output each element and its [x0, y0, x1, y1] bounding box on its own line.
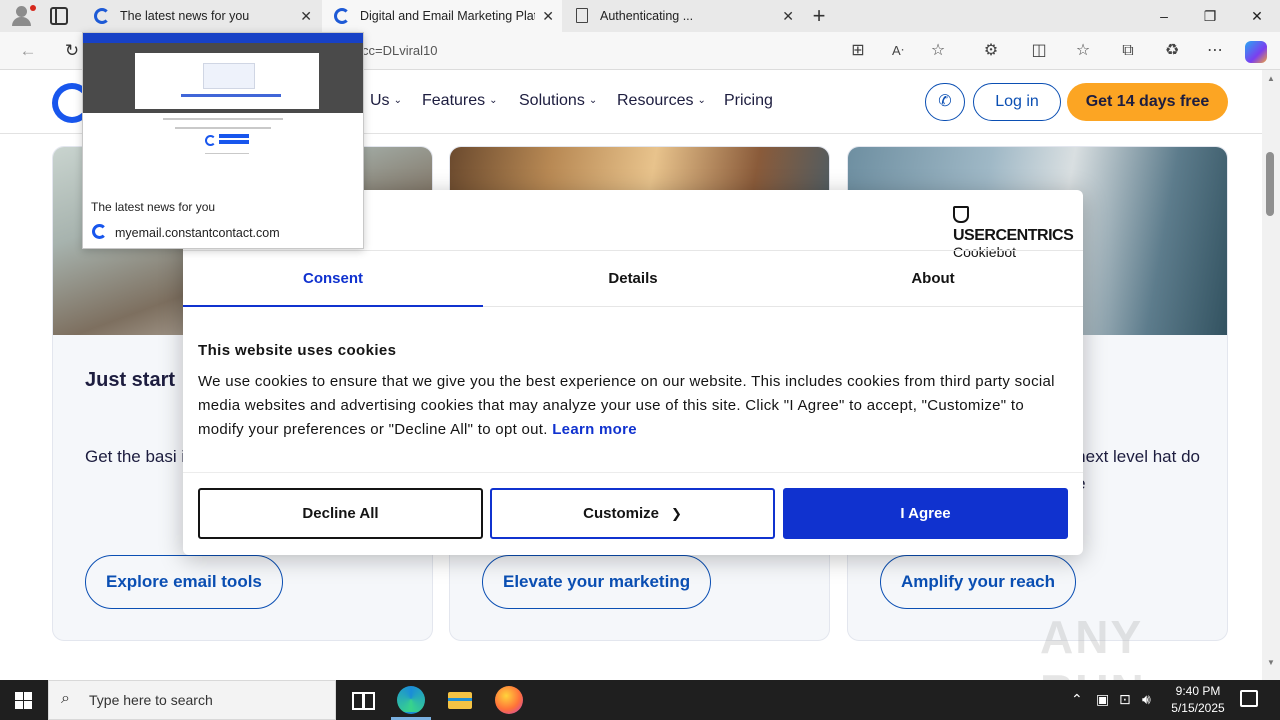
- extensions-icon[interactable]: ⚙: [981, 41, 1001, 61]
- cookie-heading: This website uses cookies: [198, 342, 397, 359]
- phone-icon: ✆: [938, 93, 952, 110]
- browser-tab-bar: The latest news for you ✕ Digital and Em…: [0, 0, 1280, 32]
- login-button[interactable]: Log in: [973, 83, 1061, 121]
- device-icon[interactable]: ▣: [1096, 691, 1109, 708]
- windows-start-icon[interactable]: [15, 692, 32, 709]
- search-placeholder: Type here to search: [89, 692, 213, 708]
- split-screen-icon[interactable]: ◫: [1029, 41, 1049, 61]
- free-trial-button[interactable]: Get 14 days free: [1067, 83, 1228, 121]
- cookiebot-brand-line1: USERCENTRICS: [953, 206, 1074, 245]
- tab-consent[interactable]: Consent: [183, 251, 483, 307]
- i-agree-button[interactable]: I Agree: [783, 488, 1068, 539]
- favorite-star-icon[interactable]: ☆: [928, 41, 948, 61]
- edge-browser-icon[interactable]: [397, 686, 425, 714]
- firefox-icon[interactable]: [495, 686, 523, 714]
- collections-icon[interactable]: ⧉: [1118, 41, 1138, 61]
- explore-email-tools-button[interactable]: Explore email tools: [85, 555, 283, 609]
- maximize-button[interactable]: ❐: [1187, 0, 1233, 32]
- constant-contact-favicon-icon: [334, 8, 350, 24]
- cookie-tabs: Consent Details About: [183, 250, 1083, 307]
- nav-solutions[interactable]: Solutions ⌄: [519, 92, 597, 110]
- nav-label: Features: [422, 92, 486, 109]
- show-hidden-icons-icon[interactable]: ⌃: [1071, 691, 1083, 708]
- tab-hover-preview: The latest news for you myemail.constant…: [82, 32, 364, 249]
- preview-domain: myemail.constantcontact.com: [115, 226, 280, 240]
- refresh-icon[interactable]: ↻: [62, 41, 82, 61]
- nav-resources[interactable]: Resources ⌄: [617, 92, 706, 110]
- back-arrow-icon[interactable]: ←: [18, 41, 38, 61]
- tab-title: Digital and Email Marketing Platf: [360, 9, 535, 23]
- new-tab-button[interactable]: +: [808, 2, 830, 30]
- close-tab-icon[interactable]: ✕: [300, 0, 312, 32]
- url-text[interactable]: cc=DLviral10: [362, 43, 438, 58]
- chevron-down-icon: ⌄: [393, 95, 402, 106]
- learn-more-link[interactable]: Learn more: [552, 421, 637, 438]
- taskbar-search-input[interactable]: ⌕ Type here to search: [48, 680, 336, 720]
- notification-icon[interactable]: [1240, 690, 1258, 707]
- tab-title: Authenticating ...: [600, 9, 694, 23]
- read-aloud-icon[interactable]: Aᐧ: [888, 41, 908, 61]
- phone-button[interactable]: ✆: [925, 83, 965, 121]
- page-scrollbar[interactable]: ▲ ▼: [1262, 70, 1280, 680]
- preview-title: The latest news for you: [91, 200, 216, 214]
- page-icon: [576, 8, 588, 23]
- nav-label: Pricing: [724, 92, 773, 109]
- volume-icon[interactable]: 🔊︎: [1142, 691, 1151, 708]
- card-body: e next level hat do the: [1062, 447, 1200, 493]
- nav-label: Us: [370, 92, 390, 109]
- tab-actions-icon[interactable]: [50, 7, 68, 25]
- chevron-down-icon: ⌄: [489, 95, 498, 106]
- nav-pricing[interactable]: Pricing: [724, 92, 773, 110]
- copilot-icon[interactable]: [1245, 41, 1267, 63]
- customize-label: Customize: [583, 505, 659, 522]
- tab-digital-marketing[interactable]: Digital and Email Marketing Platf ✕: [322, 0, 562, 32]
- customize-button[interactable]: Customize ❯: [490, 488, 775, 539]
- nav-about-us[interactable]: Us ⌄: [370, 92, 402, 110]
- tab-details[interactable]: Details: [483, 251, 783, 307]
- elevate-marketing-button[interactable]: Elevate your marketing: [482, 555, 712, 609]
- nav-label: Solutions: [519, 92, 585, 109]
- close-tab-icon[interactable]: ✕: [542, 0, 554, 32]
- favorites-icon[interactable]: ☆: [1073, 41, 1093, 61]
- cookie-body: We use cookies to ensure that we give yo…: [198, 370, 1068, 442]
- file-explorer-icon[interactable]: [446, 686, 474, 714]
- chevron-right-icon: ❯: [670, 506, 682, 521]
- tab-about[interactable]: About: [783, 251, 1083, 307]
- tab-authenticating[interactable]: Authenticating ... ✕: [562, 0, 802, 32]
- windows-taskbar: ⌕ Type here to search ⌃ ▣ ⊡ 🔊︎ 9:40 PM 5…: [0, 680, 1280, 720]
- nav-features[interactable]: Features ⌄: [422, 92, 498, 110]
- minimize-button[interactable]: –: [1141, 0, 1187, 32]
- scrollbar-thumb[interactable]: [1266, 152, 1274, 216]
- constant-contact-logo-icon: [205, 135, 216, 146]
- amplify-reach-button[interactable]: Amplify your reach: [880, 555, 1076, 609]
- clock-date: 5/15/2025: [1171, 701, 1225, 715]
- anyrun-watermark: ANY RUN: [1040, 611, 1144, 680]
- profile-icon[interactable]: [8, 4, 36, 28]
- constant-contact-favicon-icon: [94, 8, 110, 24]
- search-icon: ⌕: [61, 690, 70, 707]
- task-view-icon[interactable]: [348, 686, 376, 714]
- apps-icon[interactable]: ⊞: [848, 41, 868, 61]
- tab-title: The latest news for you: [120, 9, 250, 23]
- scroll-up-icon[interactable]: ▲: [1267, 74, 1275, 83]
- close-tab-icon[interactable]: ✕: [782, 0, 794, 32]
- scroll-down-icon[interactable]: ▼: [1267, 658, 1275, 667]
- decline-all-button[interactable]: Decline All: [198, 488, 483, 539]
- chevron-down-icon: ⌄: [697, 95, 706, 106]
- clock-time: 9:40 PM: [1175, 684, 1221, 698]
- performance-icon[interactable]: ♻: [1162, 41, 1182, 61]
- more-menu-icon[interactable]: ⋯: [1205, 41, 1225, 61]
- system-clock[interactable]: 9:40 PM 5/15/2025: [1162, 683, 1234, 717]
- network-icon[interactable]: ⊡: [1119, 691, 1131, 708]
- preview-thumbnail: [83, 33, 363, 191]
- close-window-button[interactable]: ✕: [1234, 0, 1280, 32]
- constant-contact-favicon-icon: [92, 224, 107, 239]
- tab-latest-news[interactable]: The latest news for you ✕: [82, 0, 320, 32]
- card-heading: Just start: [85, 369, 176, 391]
- nav-label: Resources: [617, 92, 694, 109]
- divider: [183, 472, 1083, 473]
- chevron-down-icon: ⌄: [588, 95, 598, 106]
